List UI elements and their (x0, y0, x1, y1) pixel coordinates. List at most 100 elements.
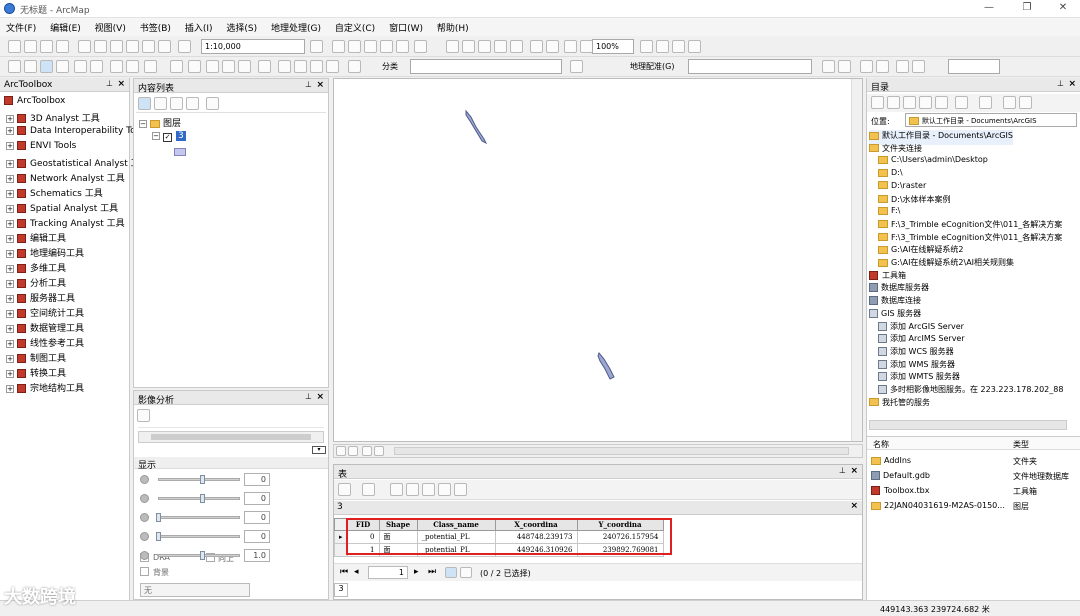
column-header-fid[interactable]: FID (346, 518, 380, 531)
select-by-attributes-icon[interactable] (390, 483, 403, 496)
menu-edit[interactable]: 编辑(E) (44, 18, 86, 34)
new-document-icon[interactable] (8, 40, 21, 53)
layout-view-icon[interactable] (348, 446, 358, 456)
menu-view[interactable]: 视图(V) (89, 18, 131, 34)
expand-icon[interactable]: + (6, 279, 14, 288)
show-selected-records-icon[interactable] (460, 567, 472, 578)
focus-data-frame-icon[interactable] (656, 40, 669, 53)
toolbox-item[interactable]: + 编辑工具 (6, 231, 66, 246)
expand-icon[interactable]: + (6, 114, 14, 123)
slider-track[interactable] (158, 478, 240, 481)
catalog-home-icon[interactable] (919, 96, 932, 109)
expand-icon[interactable]: + (6, 294, 14, 303)
select-features-icon[interactable] (144, 60, 157, 73)
toolbox-item[interactable]: + 制图工具 (6, 351, 66, 366)
classify-dropdown[interactable]: 分类 (382, 61, 398, 72)
pin-icon[interactable]: ⊥ (106, 79, 113, 88)
cell-shape[interactable]: 面 (378, 530, 418, 544)
next-record-icon[interactable]: ▸ (414, 567, 419, 577)
toolbox-item[interactable]: + Spatial Analyst 工具 (6, 201, 118, 216)
georef-shift-icon[interactable] (838, 60, 851, 73)
close-icon[interactable]: × (117, 79, 125, 89)
toolbox-item[interactable]: + 数据管理工具 (6, 321, 84, 336)
cell-y-coordina[interactable]: 239892.769081 (576, 543, 664, 557)
menu-selection[interactable]: 选择(S) (220, 18, 262, 34)
cell-y-coordina[interactable]: 240726.157954 (576, 530, 664, 544)
expand-icon[interactable]: + (6, 339, 14, 348)
map-scale-combo[interactable]: 1:10,000 (201, 39, 305, 54)
list-by-source-icon[interactable] (154, 97, 167, 110)
layout-zoom-in-icon[interactable] (446, 40, 459, 53)
toc-options-icon[interactable] (206, 97, 219, 110)
column-header-shape[interactable]: Shape (378, 518, 418, 531)
column-header-type[interactable]: 类型 (1013, 439, 1029, 450)
arctoolbox-window-icon[interactable] (380, 40, 393, 53)
effects-icon[interactable] (912, 60, 925, 73)
layout-fixed-zoom-in-icon[interactable] (530, 40, 543, 53)
location-input[interactable]: 默认工作目录 - Documents\ArcGIS (905, 113, 1077, 127)
menu-windows[interactable]: 窗口(W) (383, 18, 428, 34)
close-icon[interactable]: × (316, 80, 324, 90)
expand-icon[interactable]: + (6, 324, 14, 333)
table-row[interactable]: 1 面 _potential_PL 449246.310926 239892.7… (334, 543, 664, 557)
slider-track[interactable] (158, 516, 240, 519)
draw-polygon-icon[interactable] (570, 60, 583, 73)
undo-icon[interactable] (142, 40, 155, 53)
georef-layer-combo[interactable] (688, 59, 812, 74)
expand-icon[interactable]: + (6, 354, 14, 363)
toolbox-item[interactable]: + Geostatistical Analyst 工 (6, 156, 140, 171)
catalog-list-item[interactable]: 22JAN04031619-M2AS-0150... (871, 501, 1011, 510)
slider-value-input[interactable]: 0 (244, 530, 270, 543)
slider-value-input[interactable]: 0 (244, 492, 270, 505)
expand-icon[interactable]: + (6, 189, 14, 198)
data-driven-pages-icon[interactable] (688, 40, 701, 53)
expand-icon[interactable]: + (6, 384, 14, 393)
show-all-records-icon[interactable] (445, 567, 457, 578)
pause-drawing-icon[interactable] (374, 446, 384, 456)
catalog-window-icon[interactable] (348, 40, 361, 53)
close-icon[interactable]: × (1068, 79, 1076, 89)
collapse-icon[interactable]: − (152, 131, 160, 140)
html-popup-icon[interactable] (222, 60, 235, 73)
toolbox-item[interactable]: + 分析工具 (6, 276, 66, 291)
pan-hand-icon[interactable] (40, 60, 53, 73)
paste-icon[interactable] (110, 40, 123, 53)
collapse-icon[interactable]: − (139, 119, 147, 128)
layout-zoom-percent-combo[interactable]: 100% (592, 39, 634, 54)
layers-node[interactable]: − 图层 (139, 116, 181, 131)
toolbox-item[interactable]: + Data Interoperability Tc (6, 126, 135, 141)
toolbox-item[interactable]: + 服务器工具 (6, 291, 75, 306)
search-window-icon[interactable] (364, 40, 377, 53)
pin-icon[interactable]: ⊥ (305, 80, 312, 89)
add-control-points-icon[interactable] (860, 60, 873, 73)
list-by-drawing-order-icon[interactable] (138, 97, 151, 110)
layout-back-icon[interactable] (564, 40, 577, 53)
slider-track[interactable] (158, 497, 240, 500)
background-checkbox[interactable] (140, 567, 149, 576)
clear-selection-table-icon[interactable] (422, 483, 435, 496)
expand-icon[interactable]: + (6, 264, 14, 273)
layer-symbol-swatch[interactable] (174, 148, 186, 156)
maximize-button[interactable]: ❐ (1014, 2, 1040, 16)
change-layout-icon[interactable] (672, 40, 685, 53)
column-header-x-coordina[interactable]: X_coordina (494, 518, 578, 531)
refresh-icon[interactable] (362, 446, 372, 456)
list-by-selection-icon[interactable] (186, 97, 199, 110)
last-record-icon[interactable]: ⏭ (428, 567, 436, 577)
horizontal-scrollbar[interactable] (138, 431, 324, 443)
polygon-feature-1[interactable] (597, 351, 615, 380)
measure-icon[interactable] (258, 60, 271, 73)
pin-icon[interactable]: ⊥ (1057, 79, 1064, 88)
collapse-toggle-icon[interactable]: ▾ (312, 446, 326, 454)
effects-value-input[interactable] (948, 59, 1000, 74)
toolbox-item[interactable]: + 宗地结构工具 (6, 381, 84, 396)
menu-help[interactable]: 帮助(H) (431, 18, 474, 34)
menu-insert[interactable]: 插入(I) (179, 18, 218, 34)
cut-icon[interactable] (78, 40, 91, 53)
related-tables-icon[interactable] (362, 483, 375, 496)
redo-icon[interactable] (158, 40, 171, 53)
zoom-in-icon[interactable] (8, 60, 21, 73)
expand-icon[interactable]: + (6, 126, 14, 135)
cell-fid[interactable]: 1 (346, 543, 380, 557)
menu-geoprocessing[interactable]: 地理处理(G) (265, 18, 326, 34)
